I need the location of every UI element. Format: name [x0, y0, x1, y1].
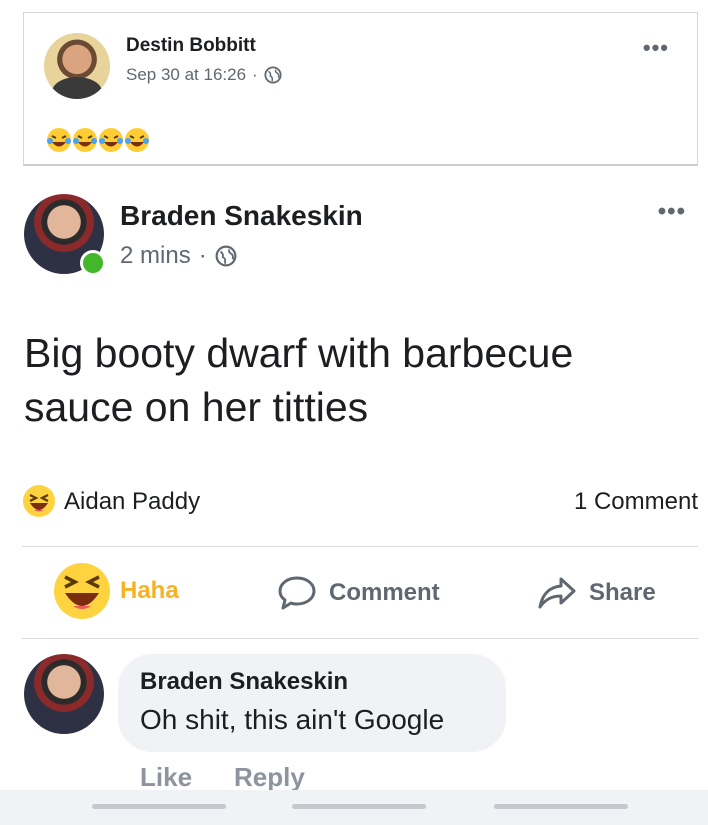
haha-reaction-icon: [23, 485, 55, 517]
post-emoji-content: [46, 127, 150, 153]
meta-separator: ·: [252, 65, 258, 84]
post-timestamp[interactable]: 2 mins: [120, 242, 191, 270]
haha-reaction-icon: [54, 563, 110, 619]
divider: [22, 546, 698, 547]
online-status-indicator: [80, 250, 106, 276]
comment-text: Oh shit, this ain't Google: [140, 704, 445, 735]
comment-button[interactable]: Comment: [277, 575, 440, 611]
comment-actions: Like Reply: [140, 762, 305, 793]
post-author-name[interactable]: Destin Bobbitt: [126, 35, 256, 57]
comment-bubble: Braden Snakeskin Oh shit, this ain't Goo…: [118, 654, 506, 752]
more-options-icon[interactable]: •••: [643, 35, 669, 61]
scroll-indicator: [92, 804, 226, 809]
scroll-indicator: [494, 804, 628, 809]
avatar[interactable]: [44, 33, 110, 99]
divider: [22, 638, 698, 639]
crying-laughing-emoji-icon: [47, 128, 71, 152]
globe-icon: [264, 66, 282, 84]
crying-laughing-emoji-icon: [73, 128, 97, 152]
like-button[interactable]: Like: [140, 762, 192, 793]
post-timestamp[interactable]: Sep 30 at 16:26: [126, 65, 246, 85]
reactions-summary[interactable]: Aidan Paddy 1 Comment: [22, 480, 698, 520]
post-text: Big booty dwarf with barbecue sauce on h…: [24, 330, 574, 430]
comment-icon: [278, 576, 316, 610]
comment-author-name[interactable]: Braden Snakeskin: [140, 668, 348, 696]
post-actions-bar: Haha Comment Share: [22, 553, 698, 633]
globe-icon: [215, 245, 237, 267]
post-card: Braden Snakeskin 2 mins · ••• Big booty …: [0, 168, 708, 825]
crying-laughing-emoji-icon: [99, 128, 123, 152]
reactor-name[interactable]: Aidan Paddy: [64, 488, 200, 516]
comment-count[interactable]: 1 Comment: [574, 488, 698, 516]
haha-label: Haha: [120, 577, 179, 604]
more-options-icon[interactable]: •••: [658, 198, 686, 226]
share-label: Share: [589, 579, 656, 606]
previous-post-card: Destin Bobbitt Sep 30 at 16:26 · •••: [23, 12, 698, 166]
meta-separator: ·: [198, 242, 207, 269]
haha-reaction-button[interactable]: Haha: [52, 561, 179, 621]
crying-laughing-emoji-icon: [125, 128, 149, 152]
avatar[interactable]: [24, 654, 104, 734]
share-icon: [538, 577, 576, 609]
share-button[interactable]: Share: [537, 575, 656, 611]
reply-button[interactable]: Reply: [234, 762, 305, 793]
post-meta: 2 mins ·: [120, 242, 237, 270]
comment-label: Comment: [329, 579, 440, 606]
post-author-name[interactable]: Braden Snakeskin: [120, 200, 363, 232]
post-meta: Sep 30 at 16:26 ·: [126, 65, 282, 85]
scroll-indicator: [292, 804, 426, 809]
